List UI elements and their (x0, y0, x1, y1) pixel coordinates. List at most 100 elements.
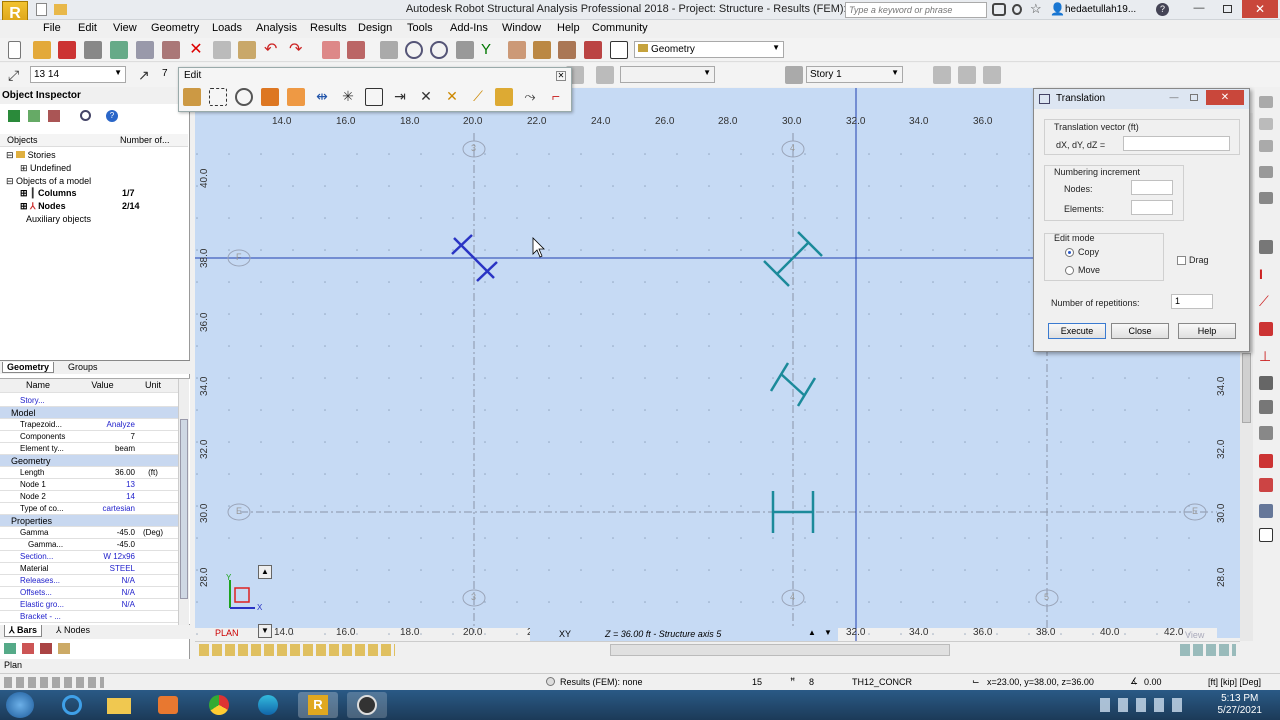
save-icon[interactable] (58, 41, 76, 59)
prop-trapezoid[interactable]: Trapezoid... Analyze (0, 419, 178, 431)
prop-group-properties[interactable]: Properties (0, 515, 178, 527)
prop-releases[interactable]: Releases... N/A (0, 575, 178, 587)
repetitions-input[interactable]: 1 (1171, 294, 1213, 309)
export-icon[interactable] (110, 41, 128, 59)
menu-addins[interactable]: Add-Ins (450, 21, 488, 35)
story-table-icon[interactable] (983, 66, 1001, 84)
tree-item-auxiliary[interactable]: Auxiliary objects (26, 214, 91, 224)
filter-icon[interactable] (8, 110, 20, 122)
tree-item-stories[interactable]: ⊟ Stories (6, 150, 56, 161)
media-player-taskbar-icon[interactable] (148, 692, 188, 718)
dialog-maximize-button[interactable] (1186, 92, 1202, 104)
print-icon[interactable] (84, 41, 102, 59)
edit-properties-icon[interactable] (183, 88, 201, 106)
results-tool-icon[interactable] (1259, 454, 1273, 468)
edit-toolbar[interactable]: Edit ✕ ⇹ ✳ ⇥ ✕ ✕ ⟋ ⤳ ⌐ (178, 67, 572, 112)
diagrams-tool-icon[interactable] (1259, 478, 1273, 492)
view-up-icon[interactable]: ▲ (808, 628, 816, 637)
story-up-icon[interactable] (933, 66, 951, 84)
delete-icon[interactable] (40, 643, 52, 654)
calc-notes-icon[interactable] (347, 41, 365, 59)
prop-value[interactable]: -45.0 (70, 540, 137, 549)
menu-file[interactable]: File (43, 21, 61, 35)
prop-value[interactable]: 36.00 (70, 468, 137, 477)
menu-window[interactable]: Window (502, 21, 541, 35)
menu-loads[interactable]: Loads (212, 21, 242, 35)
status-left-icons[interactable] (4, 677, 104, 688)
dialog-close-button[interactable]: ✕ (1206, 90, 1244, 105)
find-icon[interactable] (80, 110, 91, 121)
prop-story[interactable]: Story... (0, 395, 178, 407)
prop-value[interactable]: STEEL (70, 564, 137, 573)
prop-value[interactable]: W 12x96 (70, 552, 137, 561)
status-units[interactable]: [ft] [kip] [Deg] (1208, 677, 1261, 687)
redo-icon[interactable]: ↷ (289, 41, 307, 59)
tab-groups[interactable]: Groups (64, 362, 102, 372)
grid-icon[interactable] (4, 643, 16, 654)
menu-help[interactable]: Help (557, 21, 580, 35)
prop-value[interactable]: cartesian (70, 504, 137, 513)
extend-icon[interactable]: ⇥ (391, 88, 409, 106)
menu-geometry[interactable]: Geometry (151, 21, 199, 35)
tables-tool-icon[interactable] (1259, 504, 1273, 518)
explorer-taskbar-icon[interactable] (99, 692, 139, 718)
tab-geometry[interactable]: Geometry (2, 362, 55, 373)
zoom-all-icon[interactable] (456, 41, 474, 59)
help-icon[interactable]: ? (1156, 3, 1169, 16)
prop-components[interactable]: Components 7 (0, 431, 178, 443)
undo-icon[interactable]: ↶ (264, 41, 282, 59)
lock-icon[interactable] (380, 41, 398, 59)
story-combo[interactable]: Story 1 ▼ (806, 66, 903, 83)
clock[interactable]: 5:13 PM 5/27/2021 (1218, 693, 1263, 717)
view-info[interactable]: Z = 36.00 ft - Structure axis 5 (605, 629, 721, 639)
story-icon[interactable] (785, 66, 803, 84)
menu-view[interactable]: View (113, 21, 137, 35)
menu-results[interactable]: Results (310, 21, 347, 35)
translation-vector-input[interactable] (1123, 136, 1230, 151)
tab-bars[interactable]: ⅄ Bars (4, 625, 43, 637)
prop-group-geometry[interactable]: Geometry (0, 455, 178, 467)
prop-value[interactable]: N/A (70, 576, 137, 585)
menu-community[interactable]: Community (592, 21, 648, 35)
properties-scrollbar[interactable] (178, 379, 189, 625)
edit-toolbar-close-icon[interactable]: ✕ (556, 71, 566, 81)
funnel-icon[interactable] (28, 110, 40, 122)
material-tool-icon[interactable] (1259, 322, 1273, 336)
prop-value[interactable]: N/A (70, 600, 137, 609)
open-icon[interactable] (54, 4, 67, 15)
execute-button[interactable]: Execute (1048, 323, 1106, 339)
view-down-icon[interactable]: ▼ (824, 628, 832, 637)
join-icon[interactable]: ⤳ (521, 88, 539, 106)
mirror-icon[interactable] (287, 88, 305, 106)
close-button[interactable]: Close (1111, 323, 1169, 339)
bars-tool-icon[interactable] (1259, 140, 1273, 152)
hinge-icon[interactable]: ⟋ (1259, 293, 1277, 311)
intersect-icon[interactable]: ✕ (417, 88, 435, 106)
tab-nodes[interactable]: ⅄ Nodes (52, 625, 94, 636)
trim-icon[interactable]: ✕ (443, 88, 461, 106)
drag-checkbox[interactable] (1177, 256, 1186, 265)
prop-section[interactable]: Section... W 12x96 (0, 551, 178, 563)
menu-analysis[interactable]: Analysis (256, 21, 297, 35)
prop-value[interactable]: 7 (70, 432, 137, 441)
tree-item-columns[interactable]: ⊞ ┃ Columns (20, 188, 77, 199)
panels-tool-icon[interactable] (1259, 166, 1273, 178)
export-icon[interactable] (58, 643, 70, 654)
view-right-icons[interactable] (1180, 644, 1236, 656)
key-icon[interactable] (1012, 4, 1022, 15)
col-value[interactable]: Value (70, 380, 137, 390)
prop-value[interactable]: 14 (70, 492, 137, 501)
screen-capture-icon[interactable] (162, 41, 180, 59)
obs-taskbar-icon[interactable] (347, 692, 387, 718)
menu-tools[interactable]: Tools (407, 21, 433, 35)
tree-item-model-objects[interactable]: ⊟ Objects of a model (6, 176, 91, 187)
open-file-icon[interactable] (33, 41, 51, 59)
grid-tool-icon[interactable] (1259, 528, 1273, 542)
robot-taskbar-icon[interactable]: R (298, 692, 338, 718)
layout-icon[interactable] (610, 41, 628, 59)
prop-gamma[interactable]: Gamma -45.0 (Deg) (0, 527, 178, 539)
cladding-tool-icon[interactable] (1259, 400, 1273, 414)
offsets-tool-icon[interactable] (1259, 426, 1273, 440)
materials-icon[interactable] (558, 41, 576, 59)
minimize-button[interactable]: — (1186, 2, 1212, 17)
